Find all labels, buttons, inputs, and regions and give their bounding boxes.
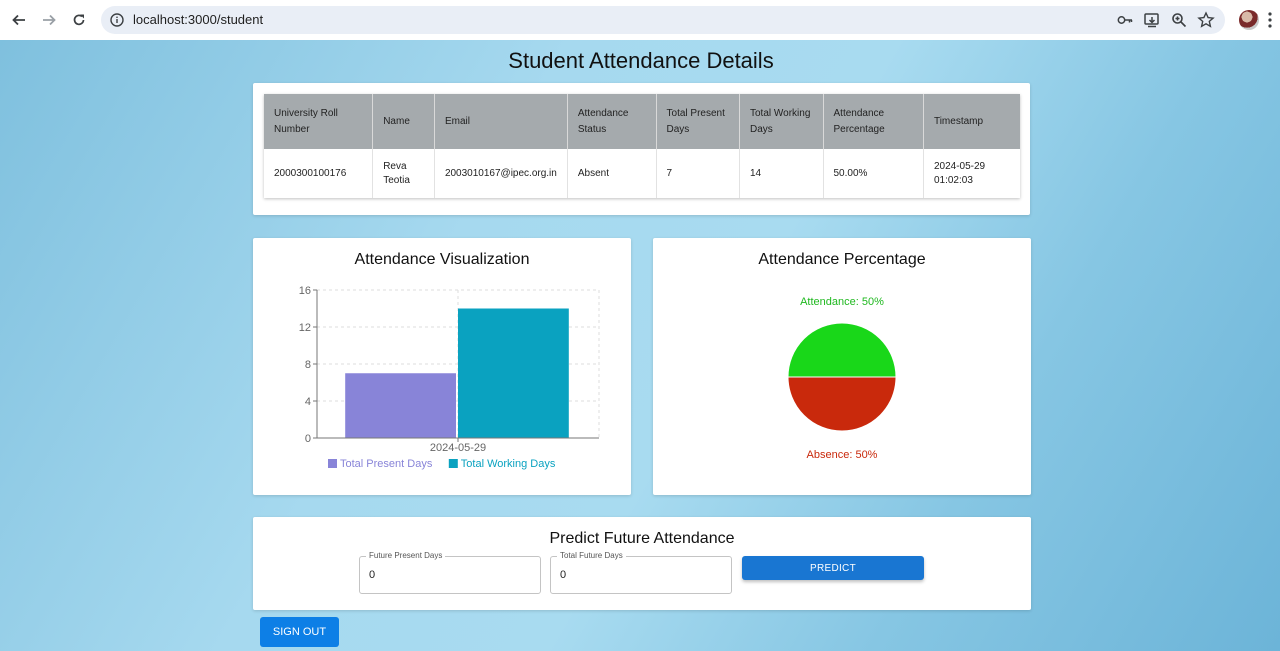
legend-swatch <box>448 459 458 468</box>
total-future-days-input[interactable] <box>560 569 720 581</box>
legend-label: Total Present Days <box>340 458 433 470</box>
legend-label: Total Working Days <box>461 458 556 470</box>
column-header: Name <box>372 94 435 149</box>
info-icon[interactable] <box>110 13 124 27</box>
pie-slice <box>787 376 897 432</box>
y-tick-label: 0 <box>305 433 311 445</box>
y-tick-label: 8 <box>305 359 311 371</box>
future-present-days-input[interactable] <box>369 569 529 581</box>
zoom-icon[interactable] <box>1170 11 1188 29</box>
predict-card: Predict Future Attendance Future Present… <box>253 517 1031 610</box>
column-header: Timestamp <box>923 94 1020 149</box>
working-days-cell: 14 <box>739 149 824 198</box>
reload-icon[interactable] <box>69 10 89 30</box>
y-tick-label: 16 <box>299 285 311 297</box>
column-header: Email <box>434 94 568 149</box>
pie-slice-label: Absence: 50% <box>807 449 878 461</box>
url-text[interactable]: localhost:3000/student <box>133 12 263 27</box>
browser-toolbar: localhost:3000/student <box>0 0 1280 40</box>
timestamp-cell: 2024-05-29 01:02:03 <box>923 149 1020 198</box>
sign-out-button[interactable]: SIGN OUT <box>260 617 339 647</box>
present-days-cell: 7 <box>656 149 740 198</box>
pie-slice <box>787 322 897 378</box>
percentage-cell: 50.00% <box>823 149 924 198</box>
table-row: 2000300100176 Reva Teotia 2003010167@ipe… <box>264 149 1020 198</box>
table-header-row: University Roll Number Name Email Attend… <box>264 94 1020 149</box>
future-present-days-label: Future Present Days <box>366 551 446 561</box>
predict-button[interactable]: PREDICT <box>742 556 924 580</box>
total-future-days-label: Total Future Days <box>557 551 626 561</box>
back-icon[interactable] <box>9 10 29 30</box>
bar-total-working-days <box>458 308 569 438</box>
bookmark-star-icon[interactable] <box>1197 11 1215 29</box>
key-icon[interactable] <box>1116 11 1134 29</box>
address-bar[interactable]: localhost:3000/student <box>101 6 1225 34</box>
install-app-icon[interactable] <box>1143 11 1161 29</box>
total-future-days-field[interactable]: Total Future Days <box>550 551 732 594</box>
attendance-visualization-card: Attendance Visualization 0 4 8 12 16 2024-05-… <box>253 238 631 495</box>
roll-number-cell: 2000300100176 <box>264 149 374 198</box>
x-tick-label: 2024-05-29 <box>430 442 486 454</box>
predict-title: Predict Future Attendance <box>549 530 735 547</box>
column-header: Total Present Days <box>656 94 740 149</box>
status-cell: Absent <box>567 149 657 198</box>
attendance-table: University Roll Number Name Email Attend… <box>264 94 1020 198</box>
column-header: Attendance Percentage <box>823 94 924 149</box>
profile-avatar[interactable] <box>1239 10 1259 30</box>
column-header: Attendance Status <box>567 94 657 149</box>
attendance-table-card: University Roll Number Name Email Attend… <box>253 83 1030 215</box>
future-present-days-field[interactable]: Future Present Days <box>359 551 541 594</box>
pie-slice-label: Attendance: 50% <box>800 296 884 308</box>
bar-total-present-days <box>345 373 456 438</box>
legend-swatch <box>328 459 337 468</box>
name-cell: Reva Teotia <box>372 149 435 198</box>
pie-chart: Attendance: 50% Absence: 50% <box>787 296 897 461</box>
email-cell: 2003010167@ipec.org.in <box>434 149 568 198</box>
page-content: Student Attendance Details University Ro… <box>0 40 1280 651</box>
column-header: Total Working Days <box>739 94 824 149</box>
y-tick-label: 12 <box>299 322 311 334</box>
bar-chart: 0 4 8 12 16 2024-05-29 Total Present Days Total… <box>299 285 600 470</box>
more-menu-icon[interactable] <box>1268 12 1272 28</box>
y-tick-label: 4 <box>305 396 311 408</box>
column-header: University Roll Number <box>264 94 374 149</box>
forward-icon[interactable] <box>39 10 59 30</box>
page-title: Student Attendance Details <box>508 48 774 73</box>
attendance-percentage-card: Attendance Percentage Attendance: 50% Abs… <box>653 238 1031 495</box>
